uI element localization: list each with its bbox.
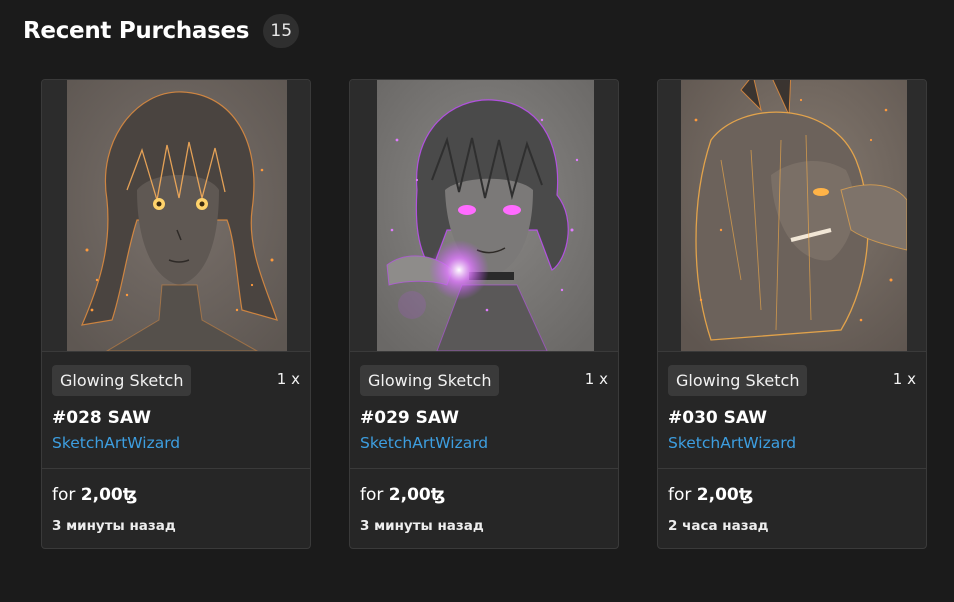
price-prefix: for [668, 485, 697, 505]
purchase-card[interactable]: Glowing Sketch 1 x #028 SAW SketchArtWiz… [41, 79, 311, 549]
collection-tag[interactable]: Glowing Sketch [360, 365, 500, 396]
card-info: Glowing Sketch 1 x #028 SAW SketchArtWiz… [42, 352, 310, 469]
card-footer: for 2,00ꜩ 3 минуты назад [350, 469, 618, 548]
purchase-count-badge: 15 [263, 14, 300, 48]
quantity-label: 1 x [892, 370, 916, 388]
collection-tag[interactable]: Glowing Sketch [52, 365, 192, 396]
purchase-time: 2 часа назад [668, 518, 769, 534]
artwork-image[interactable] [681, 80, 907, 351]
artwork-image[interactable] [67, 80, 287, 351]
item-title[interactable]: #029 SAW [360, 408, 459, 428]
card-footer: for 2,00ꜩ 2 часа назад [658, 469, 926, 548]
price-prefix: for [52, 485, 81, 505]
artwork-image[interactable] [377, 80, 594, 351]
section-title: Recent Purchases [23, 18, 250, 44]
quantity-label: 1 x [276, 370, 300, 388]
creator-link[interactable]: SketchArtWizard [52, 434, 180, 452]
purchase-card[interactable]: Glowing Sketch 1 x #030 SAW SketchArtWiz… [657, 79, 927, 549]
purchase-time: 3 минуты назад [52, 518, 176, 534]
item-title[interactable]: #030 SAW [668, 408, 767, 428]
price-value: 2,00ꜩ [696, 485, 754, 505]
collection-tag[interactable]: Glowing Sketch [668, 365, 808, 396]
card-media [350, 80, 618, 352]
creator-link[interactable]: SketchArtWizard [360, 434, 488, 452]
price-value: 2,00ꜩ [388, 485, 446, 505]
card-footer: for 2,00ꜩ 3 минуты назад [42, 469, 310, 548]
price-prefix: for [360, 485, 389, 505]
creator-link[interactable]: SketchArtWizard [668, 434, 796, 452]
quantity-label: 1 x [584, 370, 608, 388]
price-value: 2,00ꜩ [80, 485, 138, 505]
card-info: Glowing Sketch 1 x #030 SAW SketchArtWiz… [658, 352, 926, 469]
recent-purchases-page: Recent Purchases 15 Glowing Sketch 1 x #… [0, 0, 954, 602]
item-title[interactable]: #028 SAW [52, 408, 151, 428]
card-media [658, 80, 926, 352]
purchase-card[interactable]: Glowing Sketch 1 x #029 SAW SketchArtWiz… [349, 79, 619, 549]
price-label: for 2,00ꜩ [52, 485, 137, 505]
price-label: for 2,00ꜩ [668, 485, 753, 505]
card-media [42, 80, 310, 352]
price-label: for 2,00ꜩ [360, 485, 445, 505]
card-info: Glowing Sketch 1 x #029 SAW SketchArtWiz… [350, 352, 618, 469]
section-header: Recent Purchases 15 [23, 14, 300, 48]
purchase-time: 3 минуты назад [360, 518, 484, 534]
